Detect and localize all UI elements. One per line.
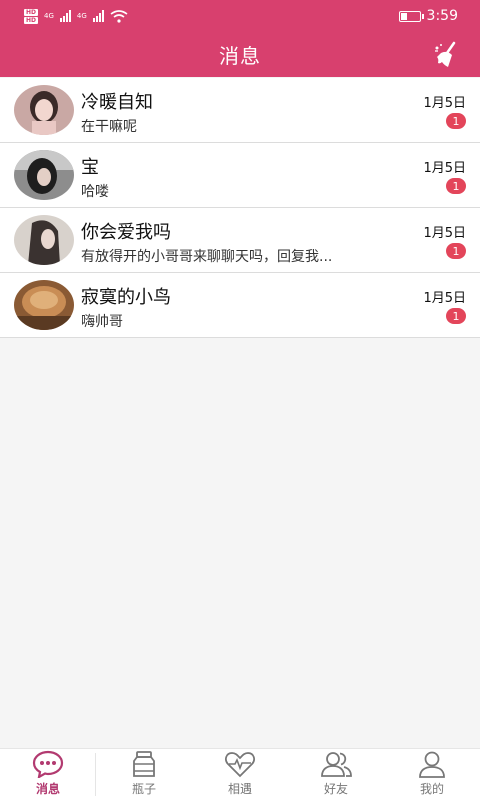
clock: 3:59 — [426, 8, 458, 24]
message-preview: 有放得开的小哥哥来聊聊天吗，回复我... — [81, 249, 333, 265]
bottle-icon — [133, 751, 155, 777]
friends-icon — [321, 752, 352, 777]
tab-label: 消息 — [35, 782, 60, 796]
person-icon — [419, 751, 445, 778]
status-bar-right: 3:59 — [398, 8, 458, 24]
contact-name: 寂寞的小鸟 — [81, 287, 171, 308]
tab-label: 瓶子 — [131, 782, 156, 796]
battery-icon — [398, 10, 424, 22]
unread-badge: 1 — [446, 113, 466, 129]
message-date: 1月5日 — [423, 226, 466, 241]
message-date: 1月5日 — [423, 96, 466, 111]
broom-clean-icon[interactable] — [432, 40, 462, 70]
signal-icon-2 — [92, 10, 104, 22]
conversation-item[interactable]: 寂寞的小鸟 嗨帅哥 1月5日 1 — [0, 273, 480, 338]
avatar — [14, 85, 74, 135]
heart-pulse-icon — [225, 752, 255, 778]
conversation-item[interactable]: 你会爱我吗 有放得开的小哥哥来聊聊天吗，回复我... 1月5日 1 — [0, 208, 480, 273]
conversation-list: 冷暖自知 在干嘛呢 1月5日 1 宝 哈喽 1月5日 1 你会爱我吗 有放得开的… — [0, 78, 480, 338]
tab-bottle[interactable]: 瓶子 — [96, 749, 192, 800]
app-header: 消息 — [0, 32, 480, 77]
hd-indicator: HD HD — [24, 8, 39, 24]
status-bar-left: HD HD 4G 4G — [24, 8, 128, 24]
message-date: 1月5日 — [423, 161, 466, 176]
message-preview: 哈喽 — [81, 184, 109, 200]
tab-label: 我的 — [419, 782, 444, 796]
tab-label: 好友 — [323, 782, 348, 796]
unread-badge: 1 — [446, 178, 466, 194]
tab-label: 相遇 — [227, 782, 252, 796]
chat-bubble-icon — [32, 750, 64, 778]
tab-me[interactable]: 我的 — [384, 749, 480, 800]
status-bar: HD HD 4G 4G 3:59 — [0, 0, 480, 32]
tab-encounter[interactable]: 相遇 — [192, 749, 288, 800]
bottom-tab-bar: 消息 瓶子 相遇 好友 我的 — [0, 748, 480, 800]
avatar — [14, 215, 74, 265]
contact-name: 宝 — [81, 157, 99, 178]
tab-messages[interactable]: 消息 — [0, 749, 96, 800]
page-title: 消息 — [219, 44, 261, 68]
contact-name: 你会爱我吗 — [81, 222, 171, 243]
wifi-icon — [110, 9, 128, 23]
message-preview: 嗨帅哥 — [81, 314, 123, 330]
unread-badge: 1 — [446, 243, 466, 259]
battery-fill — [400, 12, 407, 20]
conversation-item[interactable]: 宝 哈喽 1月5日 1 — [0, 143, 480, 208]
tab-friends[interactable]: 好友 — [288, 749, 384, 800]
unread-badge: 1 — [446, 308, 466, 324]
message-preview: 在干嘛呢 — [81, 119, 137, 135]
signal-icon — [59, 10, 71, 22]
network-label-2: 4G — [76, 12, 87, 20]
avatar — [14, 280, 74, 330]
conversation-item[interactable]: 冷暖自知 在干嘛呢 1月5日 1 — [0, 78, 480, 143]
contact-name: 冷暖自知 — [81, 92, 153, 113]
message-date: 1月5日 — [423, 291, 466, 306]
avatar — [14, 150, 74, 200]
network-label-1: 4G — [44, 12, 54, 20]
